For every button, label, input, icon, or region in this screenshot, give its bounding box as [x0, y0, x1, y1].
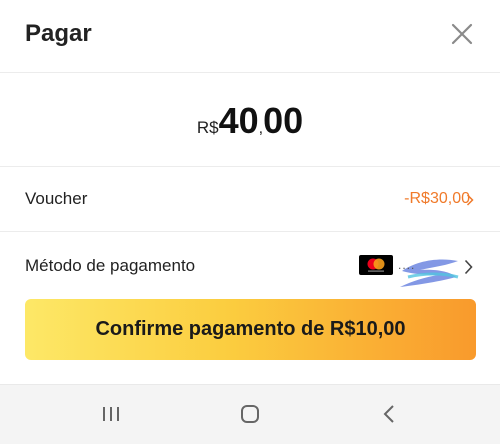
- recents-icon[interactable]: [101, 404, 121, 424]
- system-navigation-bar: [0, 384, 500, 444]
- amount-currency: R$: [196, 118, 219, 137]
- page-title: Pagar: [25, 20, 92, 47]
- chevron-right-icon: [464, 259, 473, 275]
- masked-dots: ....: [398, 258, 416, 272]
- mastercard-icon: [359, 255, 393, 275]
- close-icon[interactable]: [449, 21, 475, 47]
- payment-method-label: Método de pagamento: [25, 256, 196, 275]
- voucher-label: Voucher: [25, 189, 88, 208]
- amount-integer: 40: [218, 100, 259, 141]
- back-icon[interactable]: [381, 404, 397, 424]
- confirm-payment-button[interactable]: Confirme pagamento de R$10,00: [25, 299, 476, 360]
- payment-amount: R$40,00: [0, 100, 500, 142]
- chevron-right-icon: [466, 194, 474, 206]
- amount-section: R$40,00: [0, 73, 500, 167]
- dialog-header: Pagar: [0, 0, 500, 73]
- home-icon[interactable]: [240, 404, 260, 424]
- voucher-row[interactable]: Voucher -R$30,00: [0, 167, 500, 232]
- amount-decimals: 00: [263, 100, 304, 141]
- voucher-value: -R$30,00: [404, 190, 470, 207]
